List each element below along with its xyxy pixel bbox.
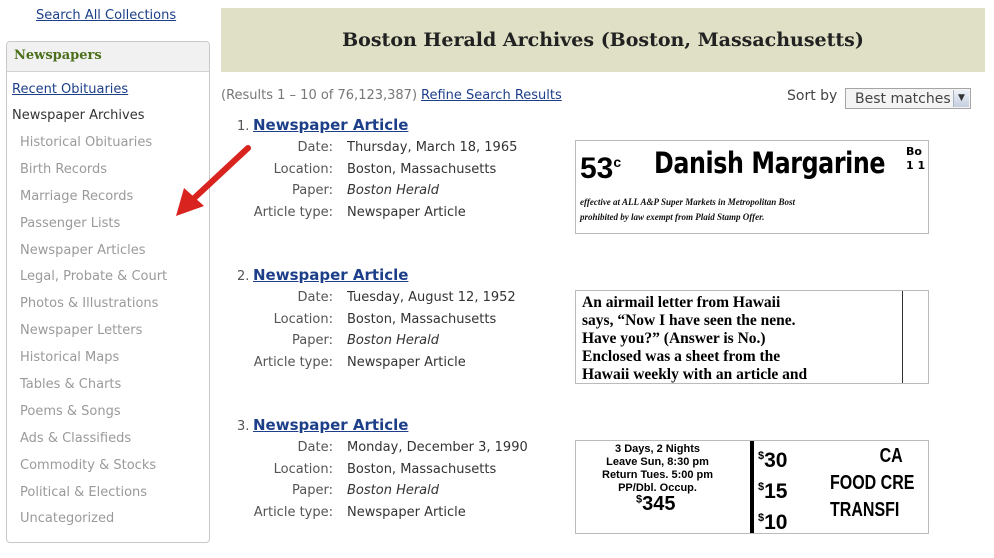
- location-label: Location:: [273, 462, 333, 477]
- article-clipping-thumbnail[interactable]: 53c Danish Margarine Bo 1 1 effective at…: [575, 140, 929, 234]
- clip-edge-text: 1 1: [906, 159, 926, 172]
- article-clipping-thumbnail[interactable]: 3 Days, 2 Nights Leave Sun, 8:30 pm Retu…: [575, 440, 929, 534]
- article-type-label: Article type:: [253, 355, 333, 370]
- location-label: Location:: [273, 312, 333, 327]
- category-item[interactable]: Newspaper Letters: [20, 322, 167, 349]
- clip-text-line: CA: [879, 445, 903, 467]
- location-value: Boston, Massachusetts: [347, 162, 497, 177]
- results-count: (Results 1 – 10 of 76,123,387): [221, 88, 418, 103]
- paper-label: Paper:: [292, 483, 333, 498]
- sidebar-item-recent-obituaries[interactable]: Recent Obituaries: [12, 82, 128, 97]
- sidebar-header: Newspapers: [7, 42, 209, 72]
- result-title-link[interactable]: Newspaper Article: [253, 416, 408, 434]
- article-type-value: Newspaper Article: [347, 205, 466, 220]
- category-item[interactable]: Historical Obituaries: [20, 134, 167, 161]
- category-item[interactable]: Political & Elections: [20, 484, 167, 511]
- paper-value: Boston Herald: [347, 183, 440, 198]
- refine-search-link[interactable]: Refine Search Results: [421, 88, 562, 103]
- clip-text-line: prohibited by law exempt from Plaid Stam…: [580, 212, 765, 222]
- result-title-link[interactable]: Newspaper Article: [253, 116, 408, 134]
- sidebar-heading: Newspapers: [14, 48, 102, 63]
- clip-price: 345: [642, 493, 676, 515]
- category-item[interactable]: Photos & Illustrations: [20, 295, 167, 322]
- clip-price: 53: [580, 152, 614, 185]
- clip-price: 30: [764, 449, 788, 472]
- category-item[interactable]: Marriage Records: [20, 188, 167, 215]
- article-clipping-thumbnail[interactable]: An airmail letter from Hawaii says, “Now…: [575, 290, 929, 384]
- clip-text-line: An airmail letter from Hawaii: [582, 294, 781, 311]
- category-item[interactable]: Birth Records: [20, 161, 167, 188]
- date-label: Date:: [297, 440, 333, 455]
- result-number: 2.: [237, 269, 250, 284]
- date-value: Tuesday, August 12, 1952: [347, 290, 516, 305]
- sort-selected-value: Best matches: [855, 91, 951, 107]
- article-type-value: Newspaper Article: [347, 355, 466, 370]
- category-item[interactable]: Tables & Charts: [20, 376, 167, 403]
- clip-text-line: effective at ALL A&P Super Markets in Me…: [580, 197, 795, 207]
- location-value: Boston, Massachusetts: [347, 462, 497, 477]
- location-value: Boston, Massachusetts: [347, 312, 497, 327]
- clip-text-line: TRANSFI: [830, 499, 900, 521]
- result-title-link[interactable]: Newspaper Article: [253, 266, 408, 284]
- clip-text-line: FOOD CRE: [830, 472, 915, 494]
- category-item[interactable]: Legal, Probate & Court: [20, 268, 167, 295]
- clip-text-line: Enclosed was a sheet from the: [582, 348, 781, 365]
- paper-value: Boston Herald: [347, 333, 440, 348]
- clip-edge-text: Bo: [906, 145, 922, 158]
- sidebar: Newspapers Recent Obituaries Newspaper A…: [6, 41, 210, 543]
- category-list: Historical Obituaries Birth Records Marr…: [20, 134, 167, 537]
- location-label: Location:: [273, 162, 333, 177]
- clip-cents: c: [613, 154, 622, 170]
- category-item[interactable]: Historical Maps: [20, 349, 167, 376]
- clip-price: 15: [764, 480, 788, 503]
- clip-text-line: Leave Sun, 8:30 pm: [606, 456, 709, 468]
- clip-price: 10: [764, 511, 788, 534]
- article-type-label: Article type:: [253, 205, 333, 220]
- clip-text-line: Have you?” (Answer is No.): [582, 330, 766, 347]
- category-item[interactable]: Uncategorized: [20, 510, 167, 537]
- result-number: 3.: [237, 419, 250, 434]
- sort-select[interactable]: Best matches ▼: [845, 88, 971, 109]
- clip-headline: Danish Margarine: [654, 146, 886, 180]
- result-number: 1.: [237, 119, 250, 134]
- clip-text-line: 3 Days, 2 Nights: [615, 443, 701, 455]
- date-label: Date:: [297, 140, 333, 155]
- date-value: Thursday, March 18, 1965: [347, 140, 518, 155]
- search-all-collections-link[interactable]: Search All Collections: [36, 8, 176, 23]
- results-summary: (Results 1 – 10 of 76,123,387) Refine Sea…: [221, 88, 562, 103]
- article-type-value: Newspaper Article: [347, 505, 466, 520]
- date-label: Date:: [297, 290, 333, 305]
- clip-text-line: says, “Now I have seen the nene.: [582, 312, 796, 329]
- category-item[interactable]: Ads & Classifieds: [20, 430, 167, 457]
- date-value: Monday, December 3, 1990: [347, 440, 528, 455]
- clip-text-line: Hawaii weekly with an article and: [582, 366, 808, 383]
- result-item: 3. Newspaper Article Date: Monday, Decemb…: [221, 416, 981, 558]
- sidebar-item-newspaper-archives[interactable]: Newspaper Archives: [12, 108, 145, 123]
- category-item[interactable]: Passenger Lists: [20, 215, 167, 242]
- paper-label: Paper:: [292, 333, 333, 348]
- clip-column-edge: [902, 291, 928, 383]
- clip-text-line: Return Tues. 5:00 pm: [602, 469, 714, 481]
- sort-label: Sort by: [787, 88, 838, 104]
- clip-divider: [750, 441, 754, 533]
- result-item: 1. Newspaper Article Date: Thursday, Marc…: [221, 116, 981, 258]
- chevron-down-icon[interactable]: ▼: [953, 90, 969, 107]
- category-item[interactable]: Commodity & Stocks: [20, 457, 167, 484]
- category-item[interactable]: Newspaper Articles: [20, 242, 167, 269]
- page-title: Boston Herald Archives (Boston, Massachu…: [342, 29, 864, 51]
- result-item: 2. Newspaper Article Date: Tuesday, Augus…: [221, 266, 981, 408]
- page-header-banner: Boston Herald Archives (Boston, Massachu…: [221, 8, 985, 72]
- category-item[interactable]: Poems & Songs: [20, 403, 167, 430]
- paper-value: Boston Herald: [347, 483, 440, 498]
- paper-label: Paper:: [292, 183, 333, 198]
- article-type-label: Article type:: [253, 505, 333, 520]
